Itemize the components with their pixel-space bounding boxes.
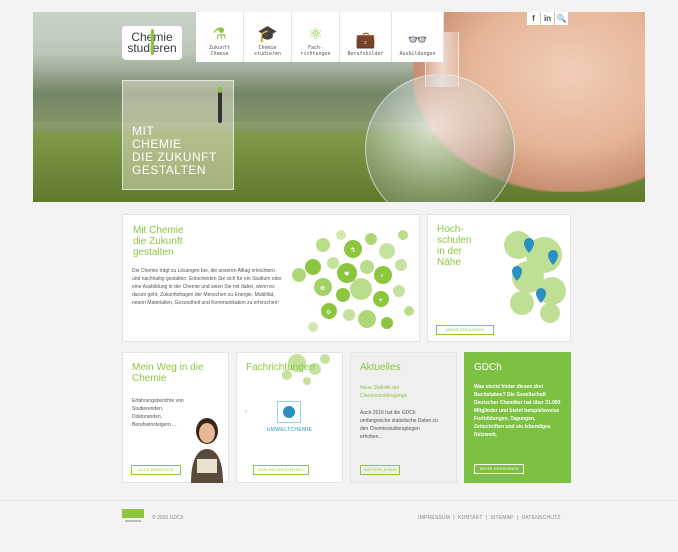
svg-text:⚗: ⚗ xyxy=(350,247,356,254)
card-title: Aktuelles xyxy=(360,362,401,373)
svg-text:✿: ✿ xyxy=(320,285,325,292)
hero-claim: MIT CHEMIE DIE ZUKUNFT GESTALTEN xyxy=(132,124,217,177)
topic-label: UMWELTCHEMIE xyxy=(266,427,313,433)
briefcase-icon: 💼 xyxy=(355,32,376,49)
search-icon[interactable]: 🔍 xyxy=(555,12,568,25)
graduation-cap-icon: 🎓 xyxy=(257,26,278,43)
linkedin-icon[interactable]: in xyxy=(541,12,554,25)
social-bar: f in 🔍 xyxy=(527,12,568,25)
gdch-more-button[interactable]: MEHR ERFAHREN xyxy=(474,464,524,474)
nav-item-0[interactable]: ⚗ Zukunft Chemie xyxy=(196,12,244,62)
site-logo[interactable]: Chemiestudieren xyxy=(122,26,182,60)
molecule-icon: ⚛ xyxy=(308,26,323,43)
card-title: GDCh xyxy=(474,362,502,373)
hero-claim-box: MIT CHEMIE DIE ZUKUNFT GESTALTEN xyxy=(122,80,234,190)
svg-text:♥: ♥ xyxy=(344,271,349,278)
card-hochschulen: Hoch- schulen in der Nähe MEHR ERFAHREN xyxy=(427,214,571,342)
card-title: Hoch- schulen in der Nähe xyxy=(437,224,472,268)
nav-item-label: Chemie studieren xyxy=(253,45,282,57)
nav-item-4[interactable]: 👓 Ausbildungen xyxy=(392,12,444,62)
student-portrait-image xyxy=(191,418,223,483)
hochschulen-more-button[interactable]: MEHR ERFAHREN xyxy=(436,325,494,335)
to-field-button[interactable]: ZUR FACHRICHTUNG xyxy=(253,465,309,475)
page: Chemiestudieren ⚗ Zukunft Chemie 🎓 Chemie s… xyxy=(0,0,678,552)
card-gdch: GDCh Was steckt hinter diesen drei Buchs… xyxy=(464,352,571,483)
gdch-logo[interactable] xyxy=(122,509,144,523)
card-title: Fachrichtungen xyxy=(246,362,315,373)
card-text: Auch 2016 hat die GDCh umfangreiche stat… xyxy=(360,410,438,440)
nav-item-1[interactable]: 🎓 Chemie studieren xyxy=(244,12,292,62)
card-title: Mein Weg in die Chemie xyxy=(132,362,204,384)
card-zukunft: Mit Chemie die Zukunft gestalten Die Che… xyxy=(122,214,420,342)
card-fachrichtungen: Fachrichtungen ‹ UMWELTCHEMIE ZUR FACHRI… xyxy=(236,352,343,483)
copyright: © 2016 GDCh xyxy=(152,515,184,521)
footer-divider xyxy=(0,500,678,501)
card-text: Die Chemie trägt zu Lösungen bei, die un… xyxy=(132,268,282,306)
nav-item-3[interactable]: 💼 Berufsbilder xyxy=(340,12,392,62)
footer-links[interactable]: IMPRESSUM | KONTAKT | SITEMAP | DATENSCH… xyxy=(418,515,561,521)
news-headline[interactable]: Neue Statistik der Chemiestudiengänge xyxy=(360,384,440,400)
card-aktuelles: Aktuelles Neue Statistik der Chemiestudi… xyxy=(350,352,457,483)
map-graphic xyxy=(504,231,566,323)
test-tube-icon: ⚗ xyxy=(212,26,227,43)
nav-item-2[interactable]: ⚛ Fach- richtungen xyxy=(292,12,340,62)
read-more-button[interactable]: WEITERLESEN xyxy=(360,465,400,475)
svg-text:⚡: ⚡ xyxy=(380,273,384,280)
nav-item-label: Zukunft Chemie xyxy=(208,45,231,57)
claim-test-tube-icon xyxy=(218,87,222,123)
all-reports-button[interactable]: ALLE BERICHTE xyxy=(131,465,181,475)
card-text: Erfahrungsberichte von Studierenden, Dok… xyxy=(132,398,184,428)
logo-test-tube xyxy=(151,29,154,55)
topic-bubbles-graphic: ⚗ ♥ ⚡ ✿ ☀ ⚙ xyxy=(292,230,414,332)
nav-item-label: Berufsbilder xyxy=(347,51,384,57)
nav-item-label: Ausbildungen xyxy=(399,51,436,57)
card-text: Was steckt hinter diesen drei Buchstaben… xyxy=(474,384,561,438)
glasses-icon: 👓 xyxy=(407,32,428,49)
nav-item-label: Fach- richtungen xyxy=(300,45,331,57)
carousel-prev-icon[interactable]: ‹ xyxy=(245,408,247,415)
globe-icon xyxy=(277,401,301,423)
svg-text:☀: ☀ xyxy=(378,297,384,304)
svg-text:⚙: ⚙ xyxy=(326,309,331,316)
card-title: Mit Chemie die Zukunft gestalten xyxy=(133,225,184,258)
facebook-icon[interactable]: f xyxy=(527,12,540,25)
card-mein-weg: Mein Weg in die Chemie Erfahrungsbericht… xyxy=(122,352,229,483)
main-nav: ⚗ Zukunft Chemie 🎓 Chemie studieren ⚛ Fach- r… xyxy=(196,12,444,62)
